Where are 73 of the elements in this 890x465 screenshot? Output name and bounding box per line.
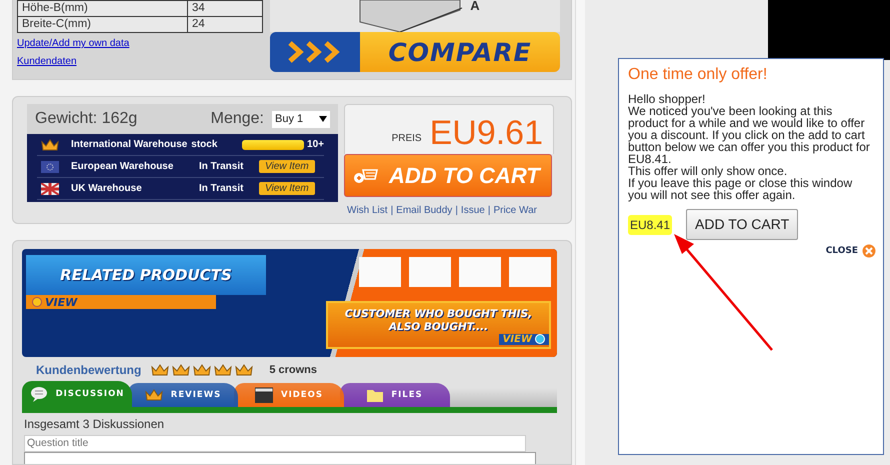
table-cell: Höhe-B(mm) [18,0,188,16]
also-bought-title: CUSTOMER WHO BOUGHT THIS, ALSO BOUGHT.... [344,308,534,334]
add-to-cart-button[interactable]: ADD TO CART [686,209,798,240]
crown-icon [235,364,254,376]
rating-label: Kundenbewertung [36,362,142,379]
warehouse-name: International Warehouse [71,138,188,152]
text-link[interactable]: Kundendaten [17,57,77,67]
link-separator: | [455,204,458,218]
crown-icon [193,364,212,376]
speech-bubble-icon [30,386,48,402]
circle-icon [535,334,545,344]
also-bought-banner[interactable]: CUSTOMER WHO BOUGHT THIS, ALSO BOUGHT.... VIEW [326,301,551,349]
text-link[interactable]: Update/Add my own data [17,39,130,49]
circle-icon [32,297,42,307]
table-cell: 34 [188,0,262,16]
folder-icon [367,388,384,402]
stock-status: In Transit [199,182,244,196]
table-cell: 24 [188,16,262,32]
discussion-count: Insgesamt 3 Diskussionen [23,416,166,433]
price-value: EU9.61 [430,113,543,154]
close-link[interactable]: CLOSE [826,246,858,256]
crown-icon [172,364,190,376]
tab[interactable]: REVIEWS [128,383,238,407]
close-icon [862,244,876,258]
flag-icon [41,182,59,194]
clapperboard-icon [255,387,274,403]
related-products-banner[interactable]: RELATED PRODUCTS [26,255,266,295]
chevrons-icon [288,41,342,63]
popup-message: We noticed you've been looking at this product for a while and we would like to offer you a discount. If you click on the add to cart button below we can offer you this product for EU8.41. [628,105,871,166]
tab[interactable]: DISCUSSION [22,381,132,407]
product-thumbnail[interactable] [459,257,501,287]
weight-text: Gewicht: 162g [35,109,138,129]
text-link[interactable]: Issue [460,203,485,218]
compare-label[interactable]: COMPARE [360,32,560,72]
dimension-label: A [470,0,480,12]
table-cell: Breite-C(mm) [18,16,188,32]
popup-message: This offer will only show once. [628,165,788,178]
popup-title: One time only offer! [628,65,768,84]
offer-price: EU8.41 [628,214,672,235]
view-item-button[interactable]: View Item [259,182,315,195]
crown-icon [151,364,170,376]
quantity-label: Menge: [210,109,264,129]
rating-text: 5 crowns [269,362,318,378]
arrow-icon [672,232,776,352]
view-link[interactable]: VIEW [26,295,216,309]
link-separator: | [488,204,490,218]
quantity-select[interactable]: Buy 1 [272,110,330,128]
product-thumbnail[interactable] [409,257,451,287]
text-link[interactable]: Email Buddy [396,203,452,218]
text-link[interactable]: Price War [493,203,537,218]
popup-message: Hello shopper! [628,93,706,106]
tab[interactable]: VIDEOS [234,383,344,407]
product-thumbnail[interactable] [359,257,401,287]
text-link[interactable]: Wish List [347,203,388,218]
caret-icon [319,116,327,122]
warehouse-name: UK Warehouse [71,182,143,196]
product-thumbnail[interactable] [509,257,551,287]
compare-banner[interactable]: COMPARE [270,32,560,72]
flag-icon [41,160,59,172]
stock-status: stock [191,138,218,152]
tab[interactable]: FILES [340,383,450,407]
crown-icon [214,364,232,376]
view-link[interactable]: VIEW [498,334,549,344]
stock-count: 10+ [307,138,324,152]
price-label: PREIS [392,132,422,146]
crown-icon [41,138,59,150]
popup-message: If you leave this page or close this window you will not see this offer again. [628,177,854,202]
link-separator: | [390,204,394,218]
view-item-button[interactable]: View Item [259,160,315,173]
stock-status: In Transit [199,160,244,174]
question-title-field[interactable]: Question title [24,434,526,452]
warehouse-name: European Warehouse [71,160,174,174]
crown-icon [144,389,163,401]
